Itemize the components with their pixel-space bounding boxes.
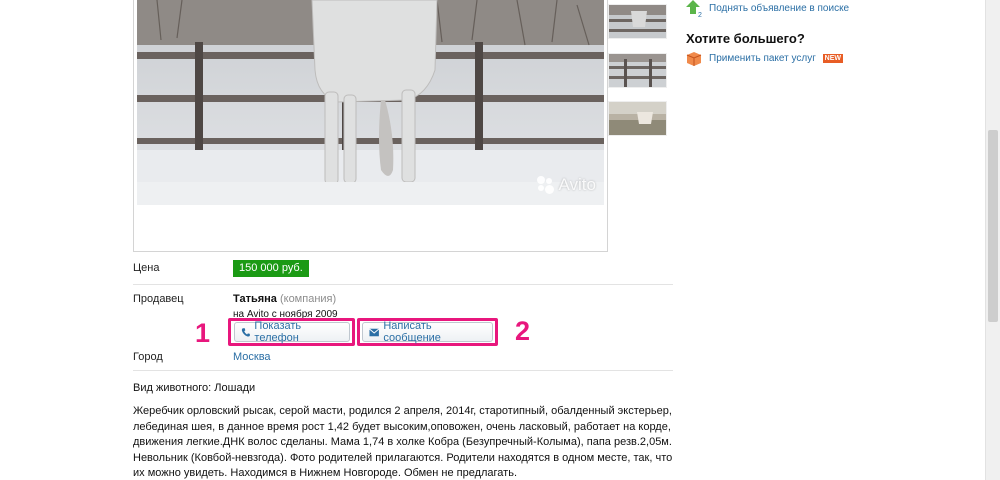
price-badge: 150 000 руб.	[233, 260, 309, 277]
seller-label: Продавец	[133, 293, 184, 305]
show-phone-button[interactable]: Показать телефон	[234, 320, 350, 344]
svg-text:2: 2	[698, 12, 702, 18]
seller-info: Татьяна (компания)	[233, 293, 336, 305]
city-link[interactable]: Москва	[233, 351, 271, 363]
avito-watermark: Avito	[536, 175, 597, 195]
show-phone-label: Показать телефон	[254, 320, 302, 344]
annotation-marker-2: 2	[515, 316, 531, 346]
animal-type: Вид животного: Лошади	[133, 382, 256, 394]
up-arrow-icon: 2	[686, 0, 702, 18]
page-scrollbar[interactable]	[985, 0, 1000, 480]
scrollbar-thumb[interactable]	[988, 130, 998, 322]
write-message-button[interactable]: Написать сообщение	[362, 320, 493, 344]
promo-title: Хотите большего?	[686, 31, 805, 46]
raise-ad-link[interactable]: Поднять объявление в поиске	[709, 3, 849, 14]
divider	[133, 370, 673, 371]
photo-thumbnail[interactable]	[608, 4, 667, 39]
photo-thumbnail[interactable]	[608, 101, 667, 136]
apply-package-row: Применить пакет услуг NEW	[709, 53, 843, 64]
city-label: Город	[133, 351, 163, 363]
package-box-icon	[686, 52, 702, 66]
phone-icon	[241, 327, 250, 337]
annotation-marker-1: 1	[195, 318, 211, 348]
main-photo-frame: Avito	[133, 0, 608, 252]
watermark-text: Avito	[558, 175, 597, 194]
photo-thumbnail[interactable]	[608, 53, 667, 88]
main-photo[interactable]: Avito	[137, 0, 604, 205]
write-message-label: Написать сообщение	[383, 320, 441, 344]
listing-description: Жеребчик орловский рысак, серой масти, р…	[133, 405, 673, 479]
avito-logo-icon	[536, 176, 555, 194]
price-label: Цена	[133, 262, 160, 274]
seller-type: (компания)	[279, 293, 337, 305]
envelope-icon	[369, 328, 380, 336]
new-badge: NEW	[822, 54, 843, 63]
divider	[133, 284, 673, 285]
apply-package-link[interactable]: Применить пакет услуг	[709, 53, 816, 64]
seller-name[interactable]: Татьяна	[233, 293, 277, 305]
